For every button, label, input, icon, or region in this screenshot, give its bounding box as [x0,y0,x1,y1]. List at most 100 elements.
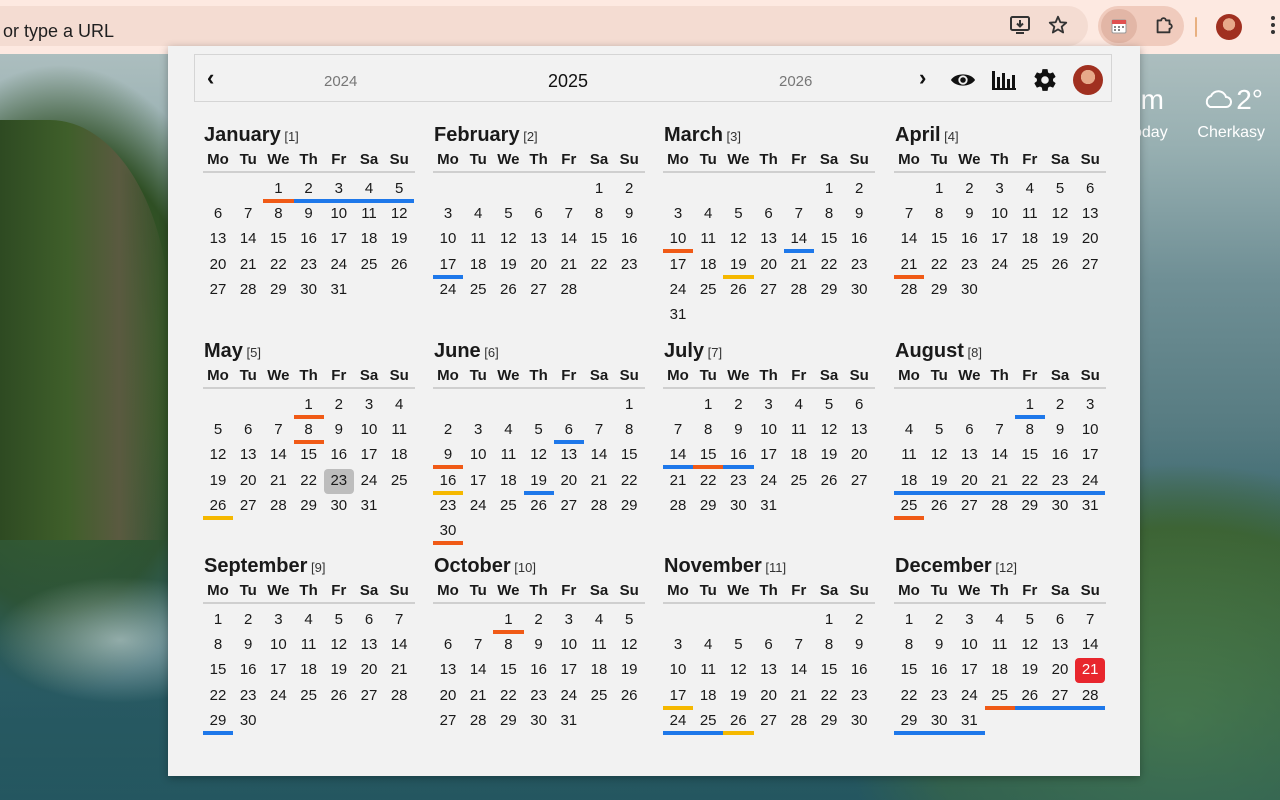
day-cell[interactable]: 16 [524,658,554,683]
day-cell[interactable]: 10 [354,418,384,443]
omnibox[interactable]: ile or type a URL [0,6,1088,46]
day-cell[interactable]: 19 [614,658,644,683]
day-cell[interactable]: 3 [263,608,293,633]
bar-chart-icon[interactable] [991,67,1017,93]
day-cell[interactable]: 28 [784,278,814,303]
day-cell[interactable]: 17 [263,658,293,683]
day-cell[interactable]: 4 [493,418,523,443]
day-cell[interactable]: 15 [493,658,523,683]
day-cell[interactable]: 4 [584,608,614,633]
day-cell[interactable]: 16 [233,658,263,683]
day-cell[interactable]: 28 [463,709,493,734]
day-cell[interactable]: 20 [1075,227,1105,252]
day-cell[interactable]: 5 [1015,608,1045,633]
day-cell[interactable]: 29 [693,494,723,519]
day-cell[interactable]: 12 [723,658,753,683]
day-cell[interactable]: 9 [924,633,954,658]
day-cell[interactable]: 21 [384,658,414,683]
day-cell[interactable]: 30 [233,709,263,734]
day-cell[interactable]: 23 [524,684,554,709]
day-cell[interactable]: 17 [754,443,784,468]
day-cell[interactable]: 18 [384,443,414,468]
day-cell[interactable]: 14 [784,658,814,683]
day-cell[interactable]: 8 [924,202,954,227]
day-cell[interactable]: 8 [814,633,844,658]
day-cell[interactable]: 20 [844,443,874,468]
day-cell[interactable]: 13 [754,227,784,252]
day-cell[interactable]: 23 [924,684,954,709]
day-cell[interactable]: 5 [723,633,753,658]
day-cell[interactable]: 31 [754,494,784,519]
day-cell[interactable]: 1 [693,393,723,418]
day-cell[interactable]: 13 [433,658,463,683]
day-cell[interactable]: 26 [1045,253,1075,278]
day-cell[interactable]: 19 [324,658,354,683]
day-cell[interactable]: 2 [844,608,874,633]
day-cell[interactable]: 7 [894,202,924,227]
day-cell[interactable]: 6 [433,633,463,658]
day-cell[interactable]: 29 [1015,494,1045,519]
day-cell[interactable]: 29 [814,709,844,734]
day-cell[interactable]: 11 [294,633,324,658]
day-cell[interactable]: 19 [723,684,753,709]
day-cell[interactable]: 9 [233,633,263,658]
day-cell[interactable]: 11 [985,633,1015,658]
day-cell[interactable]: 8 [693,418,723,443]
day-cell[interactable]: 23 [433,494,463,519]
day-cell[interactable]: 16 [614,227,644,252]
day-cell[interactable]: 18 [693,253,723,278]
day-cell[interactable]: 11 [493,443,523,468]
day-cell[interactable]: 23 [844,684,874,709]
day-cell[interactable]: 13 [554,443,584,468]
day-cell[interactable]: 25 [384,469,414,494]
day-cell[interactable]: 21 [554,253,584,278]
day-cell[interactable]: 4 [985,608,1015,633]
day-cell[interactable]: 11 [584,633,614,658]
day-cell[interactable]: 13 [354,633,384,658]
day-cell[interactable]: 10 [324,202,354,227]
eye-icon[interactable] [950,67,976,93]
day-cell[interactable]: 3 [1075,393,1105,418]
day-cell[interactable]: 10 [985,202,1015,227]
day-cell[interactable]: 24 [754,469,784,494]
day-cell[interactable]: 11 [463,227,493,252]
day-cell[interactable]: 26 [924,494,954,519]
day-cell[interactable]: 4 [384,393,414,418]
day-cell[interactable]: 23 [614,253,644,278]
day-cell[interactable]: 5 [924,418,954,443]
day-cell[interactable]: 29 [614,494,644,519]
day-cell[interactable]: 27 [524,278,554,303]
day-cell[interactable]: 7 [663,418,693,443]
day-cell[interactable]: 8 [1015,418,1045,443]
day-cell[interactable]: 6 [844,393,874,418]
day-cell[interactable]: 27 [754,709,784,734]
day-cell[interactable]: 23 [844,253,874,278]
day-cell[interactable]: 24 [354,469,384,494]
day-cell[interactable]: 6 [354,608,384,633]
day-cell[interactable]: 5 [1045,177,1075,202]
day-cell[interactable]: 20 [433,684,463,709]
prev-year[interactable]: 2024 [324,73,357,90]
day-cell[interactable]: 24 [985,253,1015,278]
day-cell[interactable]: 6 [1045,608,1075,633]
day-cell[interactable]: 29 [814,278,844,303]
day-cell[interactable]: 9 [844,633,874,658]
day-cell[interactable]: 17 [463,469,493,494]
day-cell[interactable]: 14 [985,443,1015,468]
day-cell[interactable]: 14 [1075,633,1105,658]
day-cell[interactable]: 10 [663,658,693,683]
day-cell[interactable]: 1 [924,177,954,202]
install-app-icon[interactable] [1007,12,1033,38]
day-cell[interactable]: 3 [663,633,693,658]
day-cell[interactable]: 8 [493,633,523,658]
day-cell[interactable]: 6 [754,633,784,658]
day-cell[interactable]: 31 [663,303,693,328]
day-cell[interactable]: 26 [723,278,753,303]
day-cell[interactable]: 15 [294,443,324,468]
day-cell[interactable]: 11 [784,418,814,443]
day-cell[interactable]: 4 [463,202,493,227]
day-cell[interactable]: 27 [1075,253,1105,278]
day-cell[interactable]: 20 [754,253,784,278]
day-cell[interactable]: 7 [384,608,414,633]
day-cell[interactable]: 22 [263,253,293,278]
